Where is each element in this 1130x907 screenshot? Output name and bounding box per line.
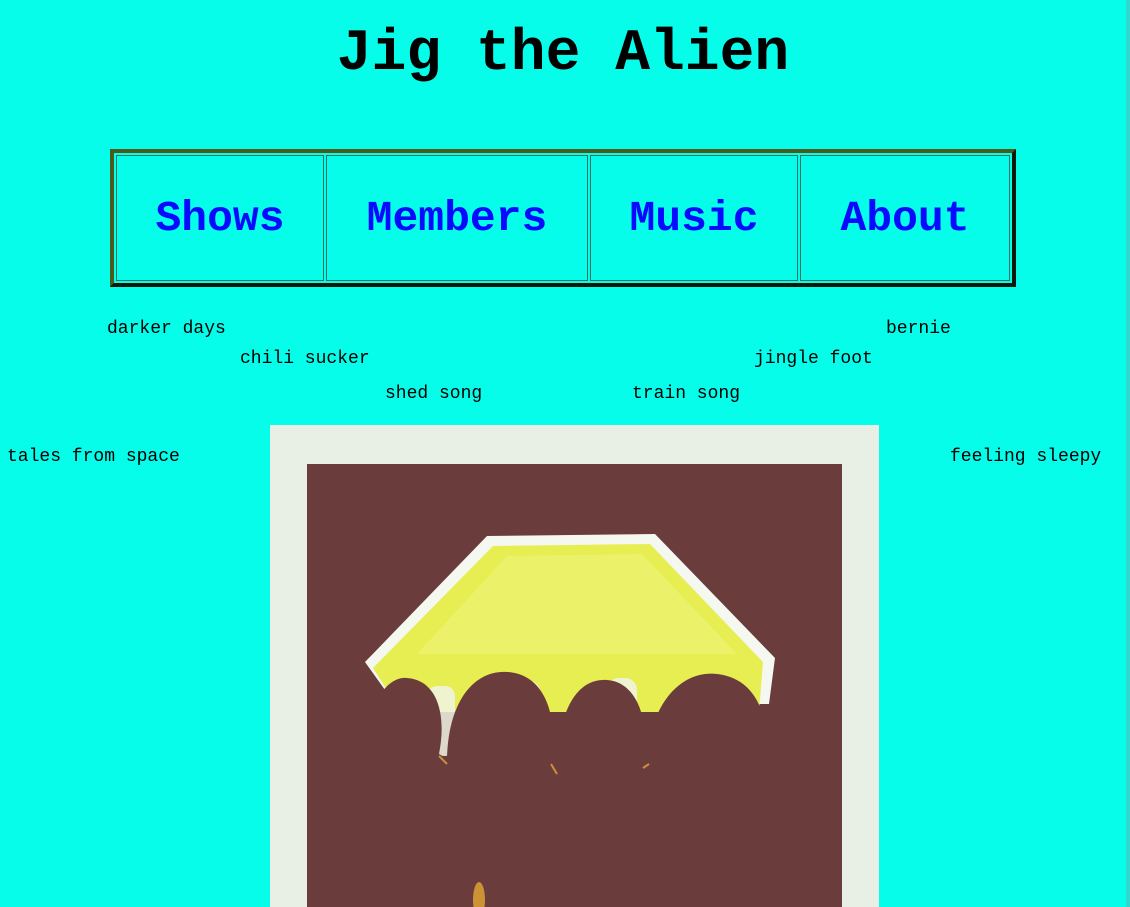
main-nav: Shows Members Music About <box>110 149 1016 287</box>
song-link-bernie[interactable]: bernie <box>886 319 951 339</box>
song-link-train-song[interactable]: train song <box>632 384 740 404</box>
scrollbar-edge <box>1126 0 1130 907</box>
nav-link-music[interactable]: Music <box>629 194 758 243</box>
band-photo-frame <box>270 425 879 907</box>
nav-cell-about: About <box>800 155 1010 281</box>
band-photo-illustration <box>307 464 842 907</box>
song-link-jingle-foot[interactable]: jingle foot <box>754 349 873 369</box>
nav-cell-shows: Shows <box>116 155 324 281</box>
site-title: Jig the Alien <box>336 22 790 87</box>
song-link-tales-from-space[interactable]: tales from space <box>7 447 180 467</box>
song-link-darker-days[interactable]: darker days <box>107 319 226 339</box>
band-photo <box>307 464 842 907</box>
nav-link-members[interactable]: Members <box>367 194 548 243</box>
page: Jig the Alien Shows Members Music About … <box>0 0 1130 907</box>
song-link-feeling-sleepy[interactable]: feeling sleepy <box>950 447 1101 467</box>
nav-cell-music: Music <box>590 155 798 281</box>
song-link-shed-song[interactable]: shed song <box>385 384 482 404</box>
nav-link-shows[interactable]: Shows <box>155 194 284 243</box>
song-link-chili-sucker[interactable]: chili sucker <box>240 349 370 369</box>
nav-link-about[interactable]: About <box>840 194 969 243</box>
nav-cell-members: Members <box>326 155 588 281</box>
